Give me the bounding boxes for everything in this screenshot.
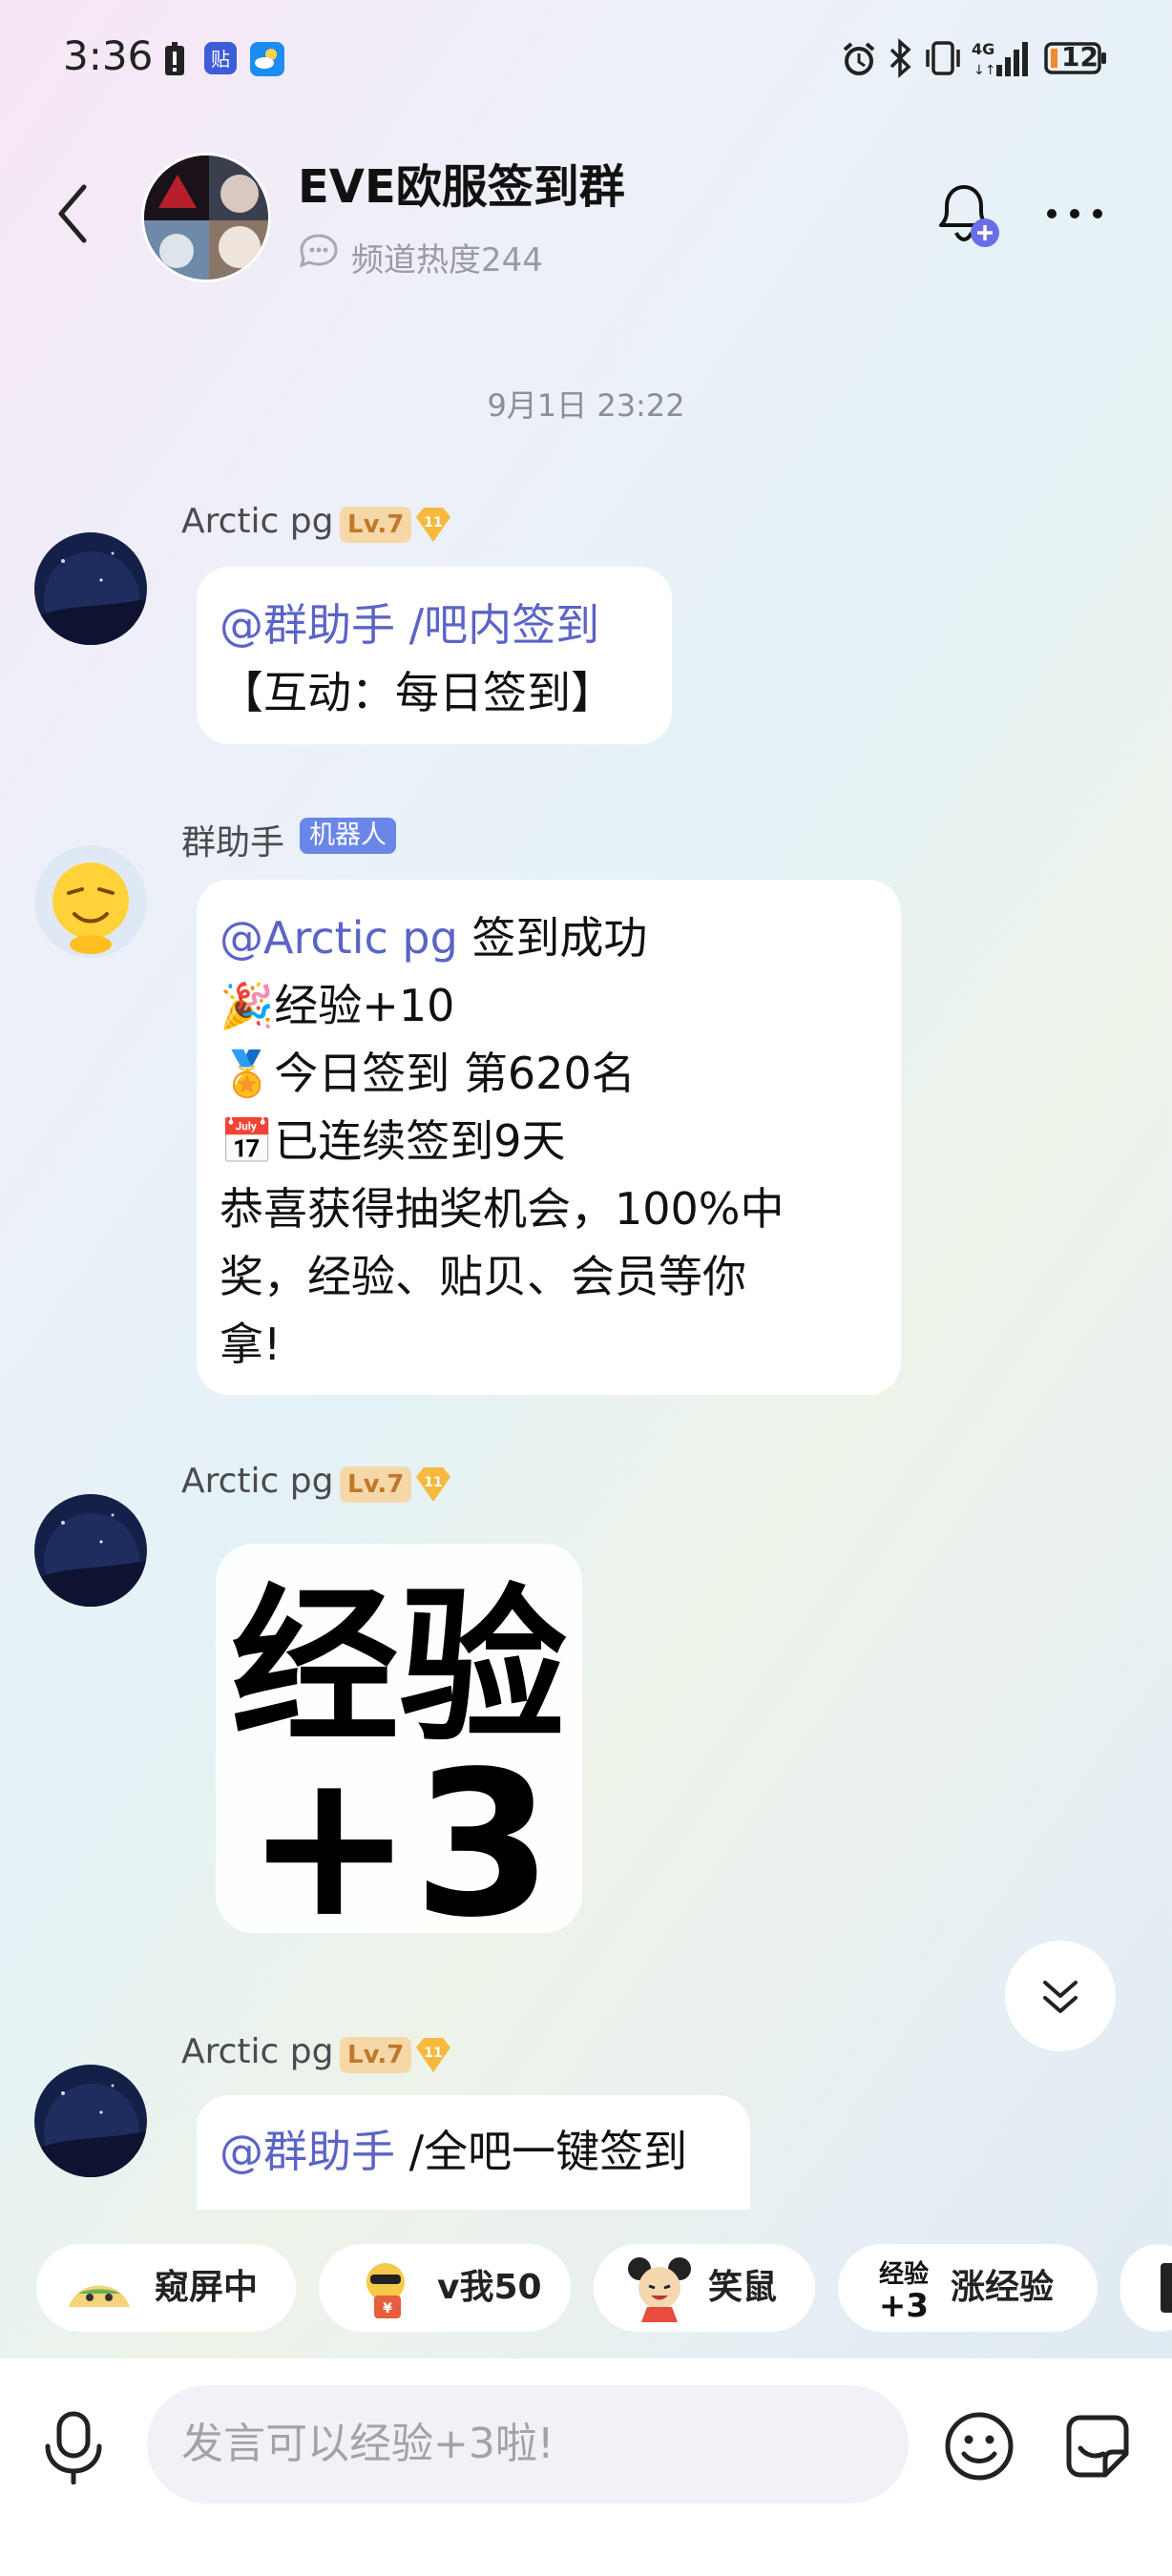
microphone-icon[interactable]: [38, 2410, 109, 2484]
robot-tag: 机器人: [300, 818, 396, 854]
level-badge: Lv.7: [340, 507, 412, 543]
bot-message-bubble[interactable]: @Arctic pg 签到成功 🎉经验+10 🏅今日签到 第620名 📅已连续签…: [197, 880, 901, 1395]
message-line: 拿!: [220, 1319, 282, 1370]
mention[interactable]: @群助手: [220, 599, 395, 651]
avatar[interactable]: [34, 532, 147, 645]
svg-text:4G: 4G: [972, 40, 994, 58]
emoji-icon[interactable]: [943, 2410, 1015, 2483]
svg-text:+3: +3: [245, 1728, 553, 1933]
weather-app-icon: [250, 42, 284, 76]
svg-text:↓↑: ↓↑: [973, 63, 995, 78]
svg-text:11: 11: [424, 1475, 442, 1490]
double-chevron-down-icon: [1043, 1981, 1078, 2013]
channel-heat: 频道热度244: [351, 241, 543, 280]
chip-label: 窥屏中: [155, 2268, 259, 2307]
sticker-icon[interactable]: [1061, 2410, 1134, 2483]
battery-level: 12: [1061, 41, 1099, 73]
mention[interactable]: @Arctic pg: [220, 912, 458, 964]
message-line: 🏅今日签到 第620名: [220, 1048, 636, 1099]
exp-plus3-icon: 经验+3: [879, 2259, 929, 2322]
quick-reply-bar: 窥屏中 ¥ v我50 笑鼠 经验 +3 涨经验: [0, 2244, 1172, 2336]
notification-bell-icon[interactable]: [930, 177, 1006, 254]
level-badge: Lv.7: [340, 1466, 412, 1503]
sender-name: Arctic pg: [181, 1462, 334, 1501]
diamond-badge-icon: 11: [416, 1467, 450, 1502]
vibrate-icon: [926, 41, 960, 75]
laughing-mouse-icon: [628, 2257, 691, 2322]
diamond-badge-icon: 11: [416, 508, 450, 542]
svg-text:11: 11: [424, 515, 442, 530]
partial-chip-icon: [1161, 2263, 1172, 2313]
chip-label: v我50: [437, 2268, 542, 2307]
alarm-icon: [843, 42, 875, 75]
sender-name: Arctic pg: [181, 2032, 334, 2071]
svg-text:经验: 经验: [879, 2259, 929, 2289]
level-badge: Lv.7: [340, 2037, 412, 2073]
svg-text:+3: +3: [879, 2287, 929, 2322]
tieba-app-icon: 贴: [204, 42, 237, 74]
sticker-exp-plus3[interactable]: 经验 +3: [216, 1544, 582, 1962]
v50-icon: ¥: [366, 2263, 405, 2318]
mention[interactable]: @群助手: [220, 2126, 395, 2177]
bot-avatar[interactable]: [34, 845, 147, 958]
svg-text:¥: ¥: [383, 2301, 392, 2316]
message-text: 【互动：每日签到】: [220, 667, 615, 718]
back-arrow-icon[interactable]: [53, 183, 92, 244]
message-line: 恭喜获得抽奖机会，100%中: [220, 1183, 785, 1235]
group-avatar[interactable]: [141, 153, 271, 282]
quick-chip[interactable]: 经验 +3 涨经验: [838, 2244, 1098, 2332]
message-text: /吧内签到: [408, 599, 600, 651]
quick-chip-partial[interactable]: [1120, 2244, 1172, 2332]
avatar[interactable]: [34, 1494, 147, 1607]
status-bar: 3:36 贴 4G ↓↑ 12: [0, 0, 1172, 114]
message-line: 📅已连续签到9天: [220, 1115, 566, 1167]
group-title: EVE欧服签到群: [298, 160, 625, 214]
message-bubble[interactable]: @群助手 /吧内签到 【互动：每日签到】: [197, 567, 672, 744]
peek-icon: [69, 2285, 130, 2307]
message-text: 签到成功: [471, 912, 648, 964]
more-options-icon[interactable]: [1044, 202, 1105, 225]
message-line: 奖，经验、贴贝、会员等你: [220, 1251, 746, 1302]
quick-chip[interactable]: 笑鼠: [594, 2244, 815, 2332]
chat-bubble-icon: [299, 234, 338, 268]
scroll-to-bottom-button[interactable]: [1005, 1941, 1116, 2051]
message-bubble[interactable]: @群助手 /全吧一键签到: [197, 2095, 750, 2210]
avatar[interactable]: [34, 2065, 147, 2177]
signal-4g-icon: 4G ↓↑: [972, 40, 1028, 78]
svg-text:11: 11: [424, 2046, 442, 2061]
home-indicator-area: [0, 2530, 1172, 2576]
message-input[interactable]: 发言可以经验+3啦!: [147, 2385, 909, 2503]
quick-chip[interactable]: ¥ v我50: [319, 2244, 571, 2332]
exp-plus3-sticker-icon: 经验 +3: [216, 1544, 582, 1962]
sender-name: 群助手: [181, 823, 285, 862]
chip-label: 涨经验: [951, 2268, 1055, 2307]
message-text: /全吧一键签到: [408, 2126, 688, 2177]
bluetooth-icon: [889, 38, 911, 78]
svg-text:贴: 贴: [211, 48, 230, 71]
quick-chip[interactable]: 窥屏中: [36, 2244, 296, 2332]
status-time: 3:36: [63, 32, 154, 79]
message-timestamp: 9月1日 23:22: [487, 387, 685, 424]
battery-alert-icon: [165, 42, 184, 75]
chip-label: 笑鼠: [708, 2268, 778, 2307]
sender-name: Arctic pg: [181, 502, 334, 541]
diamond-badge-icon: 11: [416, 2038, 450, 2072]
message-line: 🎉经验+10: [220, 980, 455, 1031]
